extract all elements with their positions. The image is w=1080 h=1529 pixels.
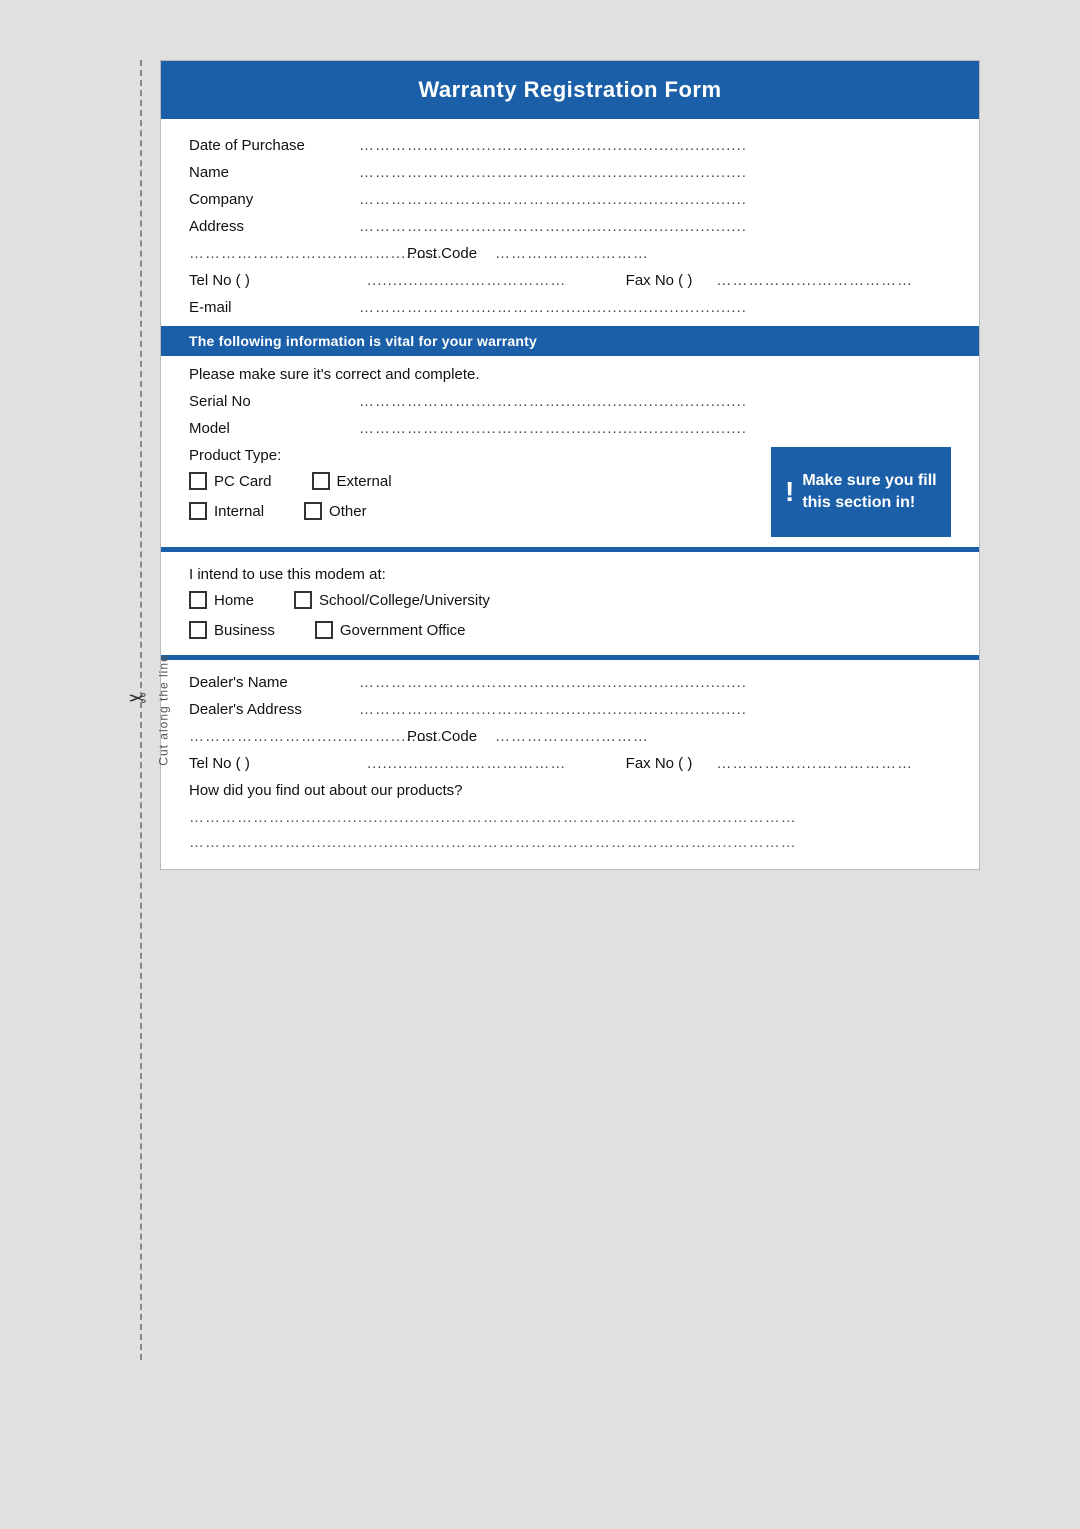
dealer-postcode-label: Post Code	[407, 728, 477, 745]
form-container: Warranty Registration Form Date of Purch…	[160, 60, 980, 870]
scissors-icon: ✂	[128, 684, 146, 710]
dealer-name-row: Dealer's Name ………………….....…………..........…	[189, 674, 951, 691]
dealer-postcode-row: …………………….....……….......... Post Code …………	[189, 728, 951, 745]
exclamation-icon: !	[785, 476, 794, 508]
date-of-purchase-row: Date of Purchase ………………….....………….......…	[189, 137, 951, 154]
company-dots: ………………….....…………........................…	[359, 191, 951, 208]
model-row: Model ………………….....…………..................…	[189, 420, 951, 437]
checkbox-label-pc-card: PC Card	[214, 473, 272, 490]
address-dots: ………………….....…………........................…	[359, 218, 951, 235]
dealer-fax-label: Fax No ( )	[626, 755, 693, 772]
checkbox-box-other[interactable]	[304, 502, 322, 520]
fax-label: Fax No ( )	[626, 272, 693, 289]
checkbox-pc-card[interactable]: PC Card	[189, 472, 272, 490]
section-banner: The following information is vital for y…	[161, 326, 979, 356]
model-dots: ………………….....…………........................…	[359, 420, 951, 437]
name-label: Name	[189, 164, 359, 181]
dealer-postcode-fill-dots: …………….....………	[495, 728, 951, 745]
model-label: Model	[189, 420, 359, 437]
email-dots: ………………….....…………........................…	[359, 299, 951, 316]
how-find-out-row: How did you find out about our products?	[189, 782, 951, 799]
email-row: E-mail ………………….....………….................…	[189, 299, 951, 316]
how-find-out-label: How did you find out about our products?	[189, 782, 463, 799]
dealer-tel-label: Tel No ( )	[189, 755, 359, 772]
checkbox-box-government[interactable]	[315, 621, 333, 639]
checkbox-label-external: External	[337, 473, 392, 490]
intend-checkbox-row2: Business Government Office	[189, 621, 951, 645]
postcode-left-dots: …………………….....………..........	[189, 245, 389, 262]
date-of-purchase-label: Date of Purchase	[189, 137, 359, 154]
tel-label: Tel No ( )	[189, 272, 359, 289]
checkbox-label-internal: Internal	[214, 503, 264, 520]
product-type-section: Product Type: PC Card External	[189, 447, 951, 537]
checkbox-other[interactable]: Other	[304, 502, 367, 520]
checkbox-label-government: Government Office	[340, 622, 466, 639]
product-type-left: Product Type: PC Card External	[189, 447, 771, 532]
divider-blue	[161, 547, 979, 552]
cut-line	[140, 60, 142, 1360]
checkbox-school[interactable]: School/College/University	[294, 591, 490, 609]
postcode-label: Post Code	[407, 245, 477, 262]
checkbox-box-school[interactable]	[294, 591, 312, 609]
checkbox-box-home[interactable]	[189, 591, 207, 609]
cut-line-area: Cut along the line ✂	[100, 60, 160, 1360]
dealer-address-label: Dealer's Address	[189, 701, 359, 718]
dealer-name-dots: ………………….....…………........................…	[359, 674, 951, 691]
intend-label: I intend to use this modem at:	[189, 566, 951, 583]
dealer-tel-fax-row: Tel No ( ) ....................……………… Fa…	[189, 755, 951, 772]
checkbox-external[interactable]: External	[312, 472, 392, 490]
email-label: E-mail	[189, 299, 359, 316]
dealer-tel-dots: ....................………………	[367, 755, 602, 772]
cut-label: Cut along the line	[157, 654, 171, 765]
answer-dots-2: ………………….............................……………	[189, 834, 951, 851]
checkbox-home[interactable]: Home	[189, 591, 254, 609]
address-row: Address ………………….....…………................…	[189, 218, 951, 235]
serial-no-dots: ………………….....…………........................…	[359, 393, 951, 410]
product-type-checkbox-row1: PC Card External	[189, 472, 771, 496]
checkbox-label-other: Other	[329, 503, 367, 520]
checkbox-label-home: Home	[214, 592, 254, 609]
checkbox-box-pc-card[interactable]	[189, 472, 207, 490]
product-type-checkbox-row2: Internal Other	[189, 502, 771, 526]
make-sure-box: ! Make sure you fill this section in!	[771, 447, 951, 537]
checkbox-business[interactable]: Business	[189, 621, 275, 639]
company-label: Company	[189, 191, 359, 208]
company-row: Company ………………….....…………................…	[189, 191, 951, 208]
dealer-address-row: Dealer's Address ………………….....………….......…	[189, 701, 951, 718]
address-label: Address	[189, 218, 359, 235]
checkbox-internal[interactable]: Internal	[189, 502, 264, 520]
tel-dots: ....................………………	[367, 272, 602, 289]
answer-dots-1: ………………….............................……………	[189, 809, 951, 826]
section-note: Please make sure it's correct and comple…	[189, 366, 951, 383]
intend-checkbox-row1: Home School/College/University	[189, 591, 951, 615]
date-of-purchase-dots: ………………….....…………........................…	[359, 137, 951, 154]
answer-line-2: ………………….............................……………	[189, 834, 951, 851]
dealer-address-dots: ………………….....…………........................…	[359, 701, 951, 718]
name-dots: ………………….....…………........................…	[359, 164, 951, 181]
form-title: Warranty Registration Form	[161, 61, 979, 119]
fax-dots: ……………....………………	[716, 272, 951, 289]
checkbox-box-internal[interactable]	[189, 502, 207, 520]
checkbox-label-business: Business	[214, 622, 275, 639]
divider-blue2	[161, 655, 979, 660]
serial-no-row: Serial No ………………….....…………..............…	[189, 393, 951, 410]
checkbox-box-external[interactable]	[312, 472, 330, 490]
make-sure-text: Make sure you fill this section in!	[802, 470, 937, 515]
checkbox-government[interactable]: Government Office	[315, 621, 466, 639]
tel-fax-row: Tel No ( ) ....................……………… Fa…	[189, 272, 951, 289]
answer-line-1: ………………….............................……………	[189, 809, 951, 826]
name-row: Name ………………….....…………...................…	[189, 164, 951, 181]
intend-section: I intend to use this modem at: Home Scho…	[189, 566, 951, 645]
serial-no-label: Serial No	[189, 393, 359, 410]
dealer-fax-dots: ……………....………………	[716, 755, 951, 772]
dealer-postcode-left-dots: …………………….....………..........	[189, 728, 389, 745]
form-body: Date of Purchase ………………….....………….......…	[161, 119, 979, 869]
product-type-label: Product Type:	[189, 447, 771, 464]
postcode-row: …………………….....……….......... Post Code …………	[189, 245, 951, 262]
dealer-name-label: Dealer's Name	[189, 674, 359, 691]
postcode-fill-dots: …………….....………	[495, 245, 951, 262]
checkbox-box-business[interactable]	[189, 621, 207, 639]
checkbox-label-school: School/College/University	[319, 592, 490, 609]
